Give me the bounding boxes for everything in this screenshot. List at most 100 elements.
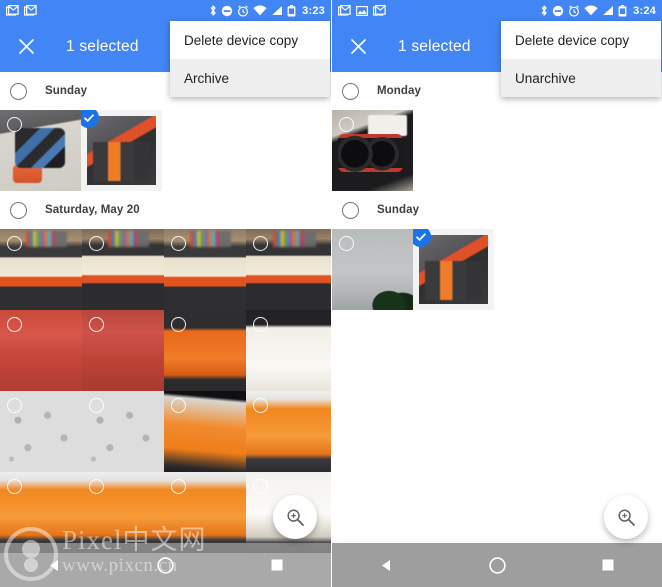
back-button[interactable] [47,558,62,573]
photo-thumbnail[interactable] [82,229,164,310]
photo-thumbnail[interactable] [164,310,246,391]
photo-thumbnail[interactable] [0,110,81,191]
wifi-icon [253,5,267,16]
status-clock: 3:24 [633,4,656,17]
photo-row [0,391,331,472]
photo-row [0,110,331,191]
photo-thumbnail[interactable] [0,310,82,391]
zoom-in-fab[interactable] [604,495,648,539]
bluetooth-icon [540,4,548,17]
status-bar: 3:24 [332,0,662,21]
wifi-icon [584,5,598,16]
back-triangle-icon [382,559,390,571]
alarm-icon [237,5,249,17]
back-triangle-icon [50,559,59,571]
photo-select-checkbox[interactable] [339,117,354,132]
close-icon[interactable] [346,35,370,59]
photo-list: Sunday Saturday, May 20 [0,72,331,553]
overflow-menu: Delete device copy Archive [170,21,330,97]
system-status-icons: 3:23 [209,4,325,17]
day-label: Monday [377,85,422,97]
day-select-checkbox[interactable] [10,201,27,219]
photo-select-checkbox[interactable] [339,236,354,251]
photo-select-checkbox[interactable] [171,479,186,494]
dual-screenshot-canvas: 3:23 1 selected Delete device copy Archi… [0,0,662,587]
close-icon[interactable] [14,35,38,59]
photo-image [87,116,156,185]
photo-thumbnail[interactable] [82,391,164,472]
system-navigation-bar [332,543,662,587]
zoom-in-fab[interactable] [273,495,317,539]
day-header-sunday: Sunday [332,191,662,229]
photo-thumbnail[interactable] [332,110,413,191]
photo-select-checkbox[interactable] [89,479,104,494]
menu-item-archive[interactable]: Archive [170,59,330,97]
photo-detail [26,230,68,247]
do-not-disturb-icon [221,5,233,17]
recents-button[interactable] [270,558,284,572]
day-select-checkbox[interactable] [10,82,27,100]
zoom-in-icon [617,508,635,526]
home-button[interactable] [156,556,175,575]
status-clock: 3:23 [302,4,325,17]
recents-square-icon [271,559,283,571]
day-select-checkbox[interactable] [342,201,359,219]
recents-button[interactable] [601,558,615,572]
menu-item-delete-device-copy[interactable]: Delete device copy [170,21,330,59]
home-circle-icon [157,556,175,574]
photo-detail [190,230,232,247]
photo-thumbnail-selected[interactable] [413,229,494,310]
photo-select-checkbox[interactable] [7,317,22,332]
photo-thumbnail[interactable] [82,310,164,391]
selection-count-label: 1 selected [398,37,471,55]
photo-select-checkbox[interactable] [7,236,22,251]
photo-thumbnail[interactable] [0,229,82,310]
gmail-icon [338,5,351,16]
photo-list: Monday Sunday [332,72,662,310]
photo-row [0,310,331,391]
day-header-saturday: Saturday, May 20 [0,191,331,229]
photo-thumbnail[interactable] [0,391,82,472]
photo-thumbnail[interactable] [0,472,82,553]
status-bar: 3:23 [0,0,331,21]
photo-select-checkbox[interactable] [253,398,268,413]
home-button[interactable] [488,556,507,575]
system-navigation-bar [0,543,331,587]
notification-icons [6,5,37,16]
photo-select-checkbox[interactable] [89,317,104,332]
photo-thumbnail[interactable] [246,229,331,310]
photo-select-checkbox[interactable] [89,398,104,413]
back-button[interactable] [379,558,394,573]
photo-thumbnail[interactable] [164,472,246,553]
photo-thumbnail[interactable] [246,310,331,391]
system-status-icons: 3:24 [540,4,656,17]
selection-count-label: 1 selected [66,37,139,55]
photo-detail [273,230,316,247]
photo-row [0,229,331,310]
do-not-disturb-icon [552,5,564,17]
photo-select-checkbox[interactable] [171,236,186,251]
photo-select-checkbox[interactable] [89,236,104,251]
photo-thumbnail-selected[interactable] [81,110,162,191]
photo-select-checkbox[interactable] [253,236,268,251]
day-select-checkbox[interactable] [342,82,359,100]
photo-select-checkbox[interactable] [171,398,186,413]
photo-select-checkbox[interactable] [7,479,22,494]
photo-select-checkbox[interactable] [253,479,268,494]
photo-thumbnail[interactable] [164,391,246,472]
photo-select-checkbox[interactable] [7,398,22,413]
menu-item-delete-device-copy[interactable]: Delete device copy [501,21,661,59]
notification-icons [338,5,386,16]
photo-select-checkbox[interactable] [7,117,22,132]
photo-thumbnail[interactable] [246,391,331,472]
photo-thumbnail[interactable] [164,229,246,310]
day-label: Saturday, May 20 [45,204,140,216]
gmail-icon [373,5,386,16]
photo-image [419,235,488,304]
photo-icon [356,5,368,16]
photo-thumbnail[interactable] [332,229,413,310]
photo-thumbnail[interactable] [82,472,164,553]
menu-item-unarchive[interactable]: Unarchive [501,59,661,97]
photo-select-checkbox[interactable] [253,317,268,332]
photo-select-checkbox[interactable] [171,317,186,332]
